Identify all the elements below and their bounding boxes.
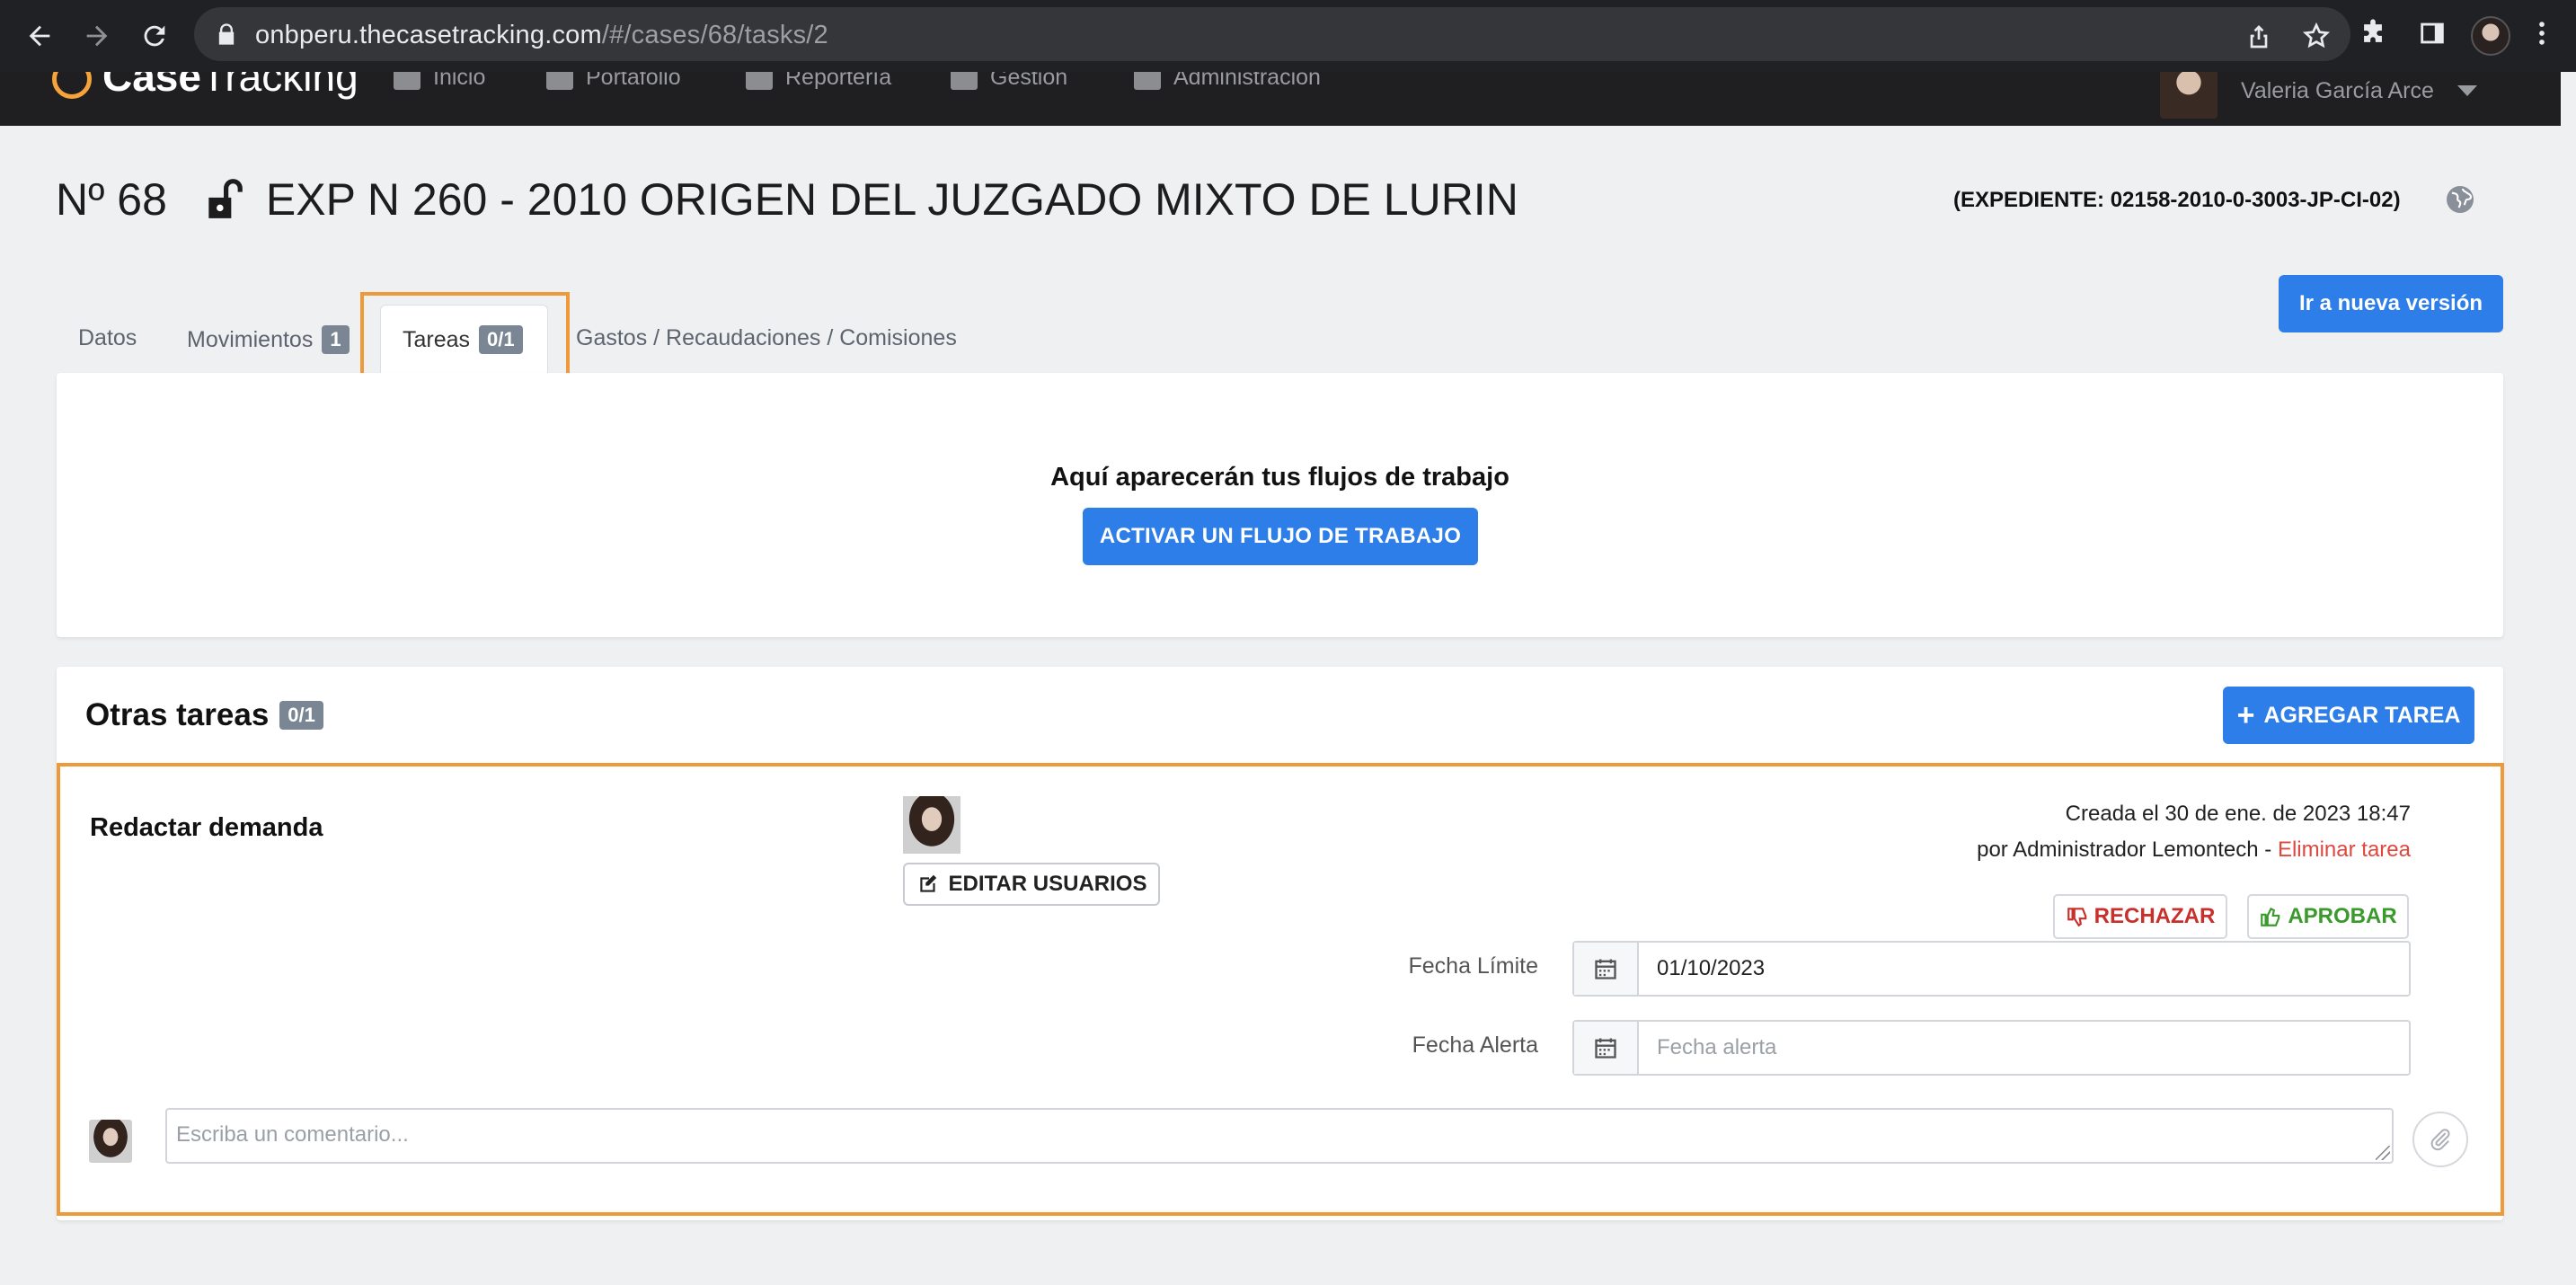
- activate-workflow-button[interactable]: ACTIVAR UN FLUJO DE TRABAJO: [1083, 508, 1478, 565]
- nav-inicio[interactable]: Inicio: [394, 72, 485, 91]
- workflow-panel: Aquí aparecerán tus flujos de trabajo AC…: [57, 373, 2503, 637]
- app-logo[interactable]: CaseTracking: [102, 72, 359, 101]
- tab-gastos[interactable]: Gastos / Recaudaciones / Comisiones: [576, 325, 957, 351]
- count-badge: 0/1: [279, 701, 323, 730]
- home-icon: [394, 72, 420, 90]
- plus-icon: +: [2236, 698, 2255, 732]
- nav-label: Gestión: [990, 72, 1068, 90]
- address-bar[interactable]: onbperu.thecasetracking.com/#/cases/68/t…: [194, 7, 2350, 61]
- section-title: Otras tareas: [85, 697, 270, 732]
- nav-label: Inicio: [433, 72, 486, 90]
- unlock-icon[interactable]: [201, 177, 246, 222]
- tab-movimientos[interactable]: Movimientos 1: [187, 325, 350, 354]
- menu-lines-icon: [1134, 72, 1161, 90]
- bar-chart-icon: [746, 72, 773, 90]
- browser-toolbar: onbperu.thecasetracking.com/#/cases/68/t…: [0, 0, 2576, 72]
- app-navbar: CaseTracking Inicio Portafolio Reporterí…: [0, 72, 2561, 126]
- avatar: [2160, 72, 2217, 119]
- tab-label: Movimientos: [187, 326, 314, 352]
- folder-icon: [951, 72, 978, 90]
- nav-administracion[interactable]: Administración: [1134, 72, 1321, 91]
- user-name: Valeria García Arce: [2241, 77, 2434, 103]
- url-path: /#/cases/68/tasks/2: [601, 21, 828, 49]
- profile-avatar[interactable]: [2471, 16, 2510, 56]
- other-tasks-title: Otras tareas 0/1: [85, 697, 323, 733]
- briefcase-icon: [546, 72, 573, 90]
- nav-gestion[interactable]: Gestión: [951, 72, 1067, 91]
- lock-icon: [218, 23, 235, 45]
- workflow-heading: Aquí aparecerán tus flujos de trabajo: [1050, 463, 1509, 492]
- tab-label: Gastos / Recaudaciones / Comisiones: [576, 325, 957, 350]
- case-title-text: EXP N 260 - 2010 ORIGEN DEL JUZGADO MIXT…: [265, 174, 1518, 225]
- tab-datos[interactable]: Datos: [78, 325, 137, 351]
- expediente-label: (EXPEDIENTE: 02158-2010-0-3003-JP-CI-02): [1953, 188, 2401, 212]
- back-button[interactable]: [18, 14, 61, 58]
- share-icon[interactable]: [2244, 22, 2273, 50]
- add-task-button[interactable]: + AGREGAR TAREA: [2223, 687, 2474, 744]
- nav-label: Administración: [1173, 72, 1321, 90]
- logo-icon: [52, 72, 92, 99]
- nav-label: Portafolio: [586, 72, 681, 90]
- forward-button[interactable]: [75, 14, 119, 58]
- globe-icon[interactable]: [2444, 183, 2476, 216]
- nav-portafolio[interactable]: Portafolio: [546, 72, 681, 91]
- side-panel-icon[interactable]: [2417, 18, 2448, 49]
- logo-bold: Case: [102, 72, 201, 100]
- case-number: Nº 68: [56, 174, 167, 225]
- count-badge: 1: [322, 325, 350, 354]
- nav-reporteria[interactable]: Reportería: [746, 72, 891, 91]
- star-icon[interactable]: [2302, 22, 2331, 50]
- highlight-box: [57, 763, 2504, 1216]
- arrow-left-icon: [29, 25, 50, 47]
- button-label: AGREGAR TAREA: [2263, 702, 2461, 728]
- user-menu[interactable]: Valeria García Arce: [2160, 72, 2477, 119]
- url-host: onbperu.thecasetracking.com: [255, 21, 602, 49]
- logo-light: Tracking: [200, 72, 359, 100]
- url-text: onbperu.thecasetracking.com/#/cases/68/t…: [255, 21, 828, 50]
- caret-down-icon: [2456, 85, 2477, 96]
- page-title: Nº 68 EXP N 260 - 2010 ORIGEN DEL JUZGAD…: [56, 173, 1518, 226]
- more-vert-icon[interactable]: [2527, 18, 2557, 49]
- tab-label: Datos: [78, 325, 137, 350]
- extensions-icon[interactable]: [2358, 18, 2388, 49]
- reload-icon: [144, 25, 165, 47]
- nav-label: Reportería: [785, 72, 892, 90]
- new-version-button[interactable]: Ir a nueva versión: [2279, 275, 2503, 332]
- reload-button[interactable]: [133, 14, 176, 58]
- arrow-right-icon: [86, 25, 108, 47]
